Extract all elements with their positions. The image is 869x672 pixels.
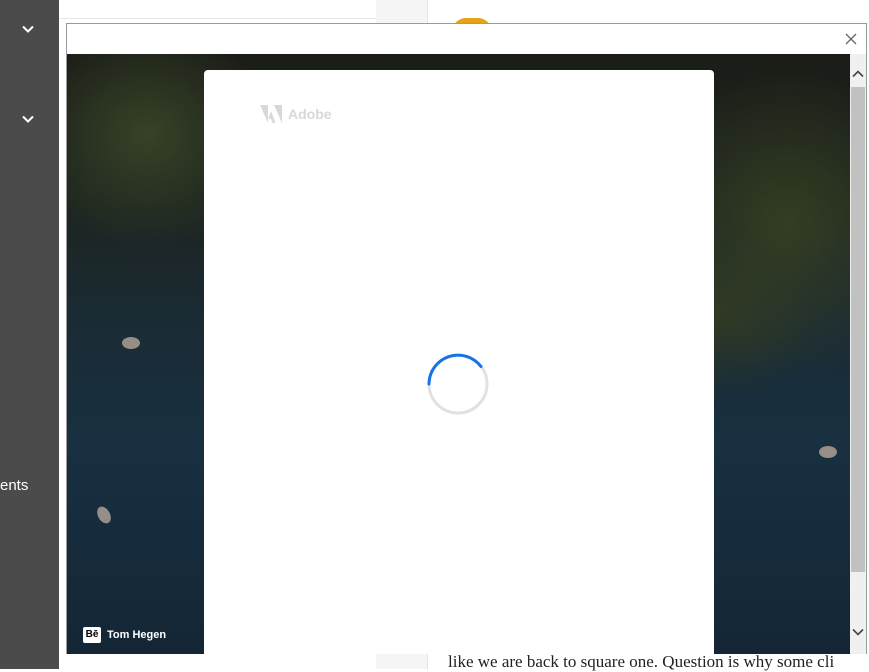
behance-icon: Bē xyxy=(83,627,101,643)
article-body-text: like we are back to square one. Question… xyxy=(448,652,835,671)
swimmer xyxy=(819,446,837,458)
brand-name: Adobe xyxy=(288,106,332,122)
sign-in-dialog: Bē Tom Hegen Adobe xyxy=(66,23,867,654)
photo-credit[interactable]: Bē Tom Hegen xyxy=(83,627,166,643)
loading-spinner xyxy=(426,352,490,416)
close-icon[interactable] xyxy=(842,30,860,48)
chevron-down-icon[interactable] xyxy=(20,111,36,127)
photographer-name: Tom Hegen xyxy=(107,629,167,641)
swimmer xyxy=(122,337,140,349)
vertical-scrollbar[interactable] xyxy=(850,54,866,654)
dialog-titlebar xyxy=(67,24,866,54)
sidebar-item-label[interactable]: ents xyxy=(0,477,28,494)
chevron-down-icon[interactable] xyxy=(850,624,866,640)
scrollbar-thumb[interactable] xyxy=(851,87,865,572)
chevron-down-icon[interactable] xyxy=(20,21,36,37)
chevron-up-icon[interactable] xyxy=(850,66,866,82)
adobe-brand: Adobe xyxy=(260,105,332,123)
swimmer xyxy=(94,504,114,526)
background-photo: Bē Tom Hegen Adobe xyxy=(67,54,850,654)
left-sidebar: ents xyxy=(0,0,59,669)
login-card: Adobe xyxy=(204,70,714,654)
adobe-logo-icon xyxy=(260,105,282,123)
divider xyxy=(59,18,376,19)
